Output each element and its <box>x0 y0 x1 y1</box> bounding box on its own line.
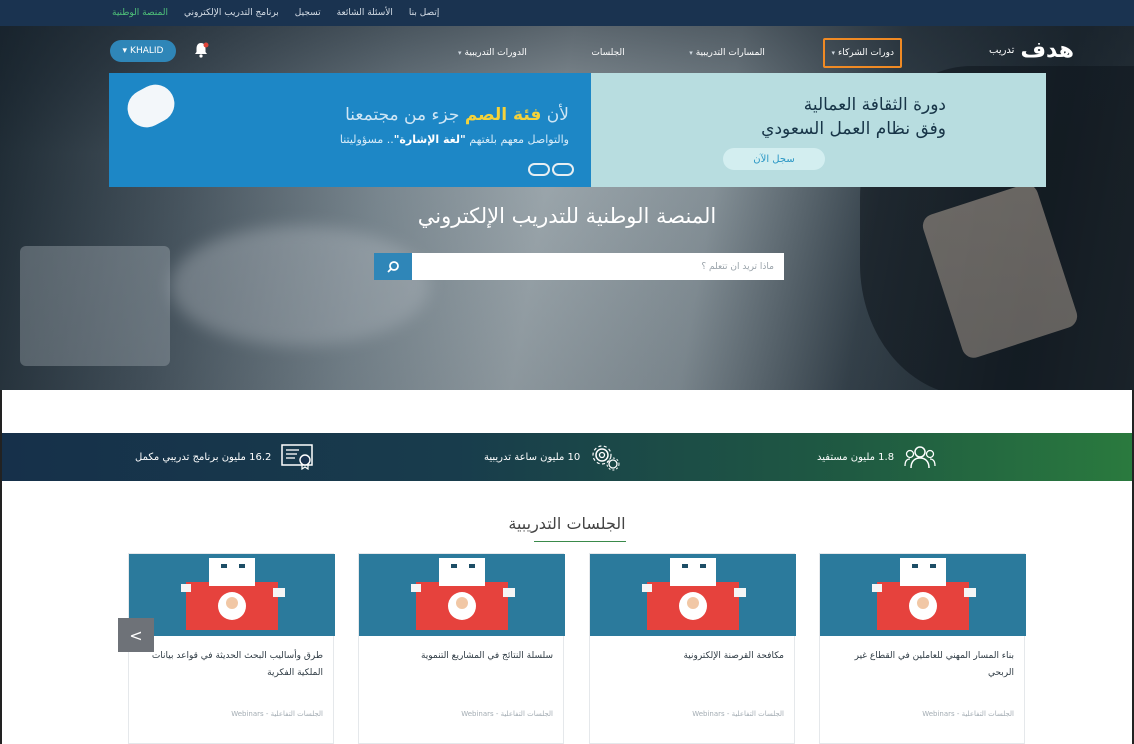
nav-item-label: الدورات التدريبية <box>464 48 527 58</box>
nav-item-partner-courses[interactable]: دورات الشركاء ▾ <box>823 38 902 68</box>
slider-dot[interactable] <box>528 163 550 176</box>
stat-label: 10 مليون ساعة تدريبية <box>484 451 581 463</box>
sessions-carousel: طرق وأساليب البحث الحديثة في قواعد بيانا… <box>128 553 1026 744</box>
nav-item-tracks[interactable]: المسارات التدريبية ▾ <box>683 38 771 68</box>
session-thumbnail <box>820 554 1026 636</box>
section-title-underline <box>534 541 626 542</box>
decorative-shape <box>120 77 182 135</box>
chevron-down-icon: ▾ <box>458 49 462 57</box>
logo-subtext: تدريب <box>989 45 1015 56</box>
slider-dots <box>528 163 574 176</box>
top-utility-bar: المنصة الوطنية برنامج التدريب الإلكتروني… <box>0 0 1134 26</box>
chevron-down-icon: ▾ <box>122 46 128 56</box>
session-thumbnail <box>590 554 796 636</box>
user-name: KHALID <box>130 46 164 56</box>
banner-text: .. مسؤوليتنا <box>339 133 394 146</box>
banner-highlight: فئة الصم <box>464 105 542 125</box>
webinar-illustration <box>872 558 976 630</box>
banner-highlight: "لغة الإشارة" <box>393 133 466 146</box>
topbar-link-contact[interactable]: إتصل بنا <box>409 8 439 18</box>
nav-item-sessions[interactable]: الجلسات <box>585 38 630 68</box>
gears-icon <box>592 445 620 471</box>
slider-dot[interactable] <box>552 163 574 176</box>
chevron-left-icon: < <box>129 625 143 645</box>
stat-label: 1.8 مليون مستفيد <box>817 451 895 463</box>
topbar-link-program[interactable]: برنامج التدريب الإلكتروني <box>184 8 279 18</box>
topbar-link-faq[interactable]: الأسئلة الشائعة <box>337 8 393 18</box>
nav-item-label: دورات الشركاء <box>837 48 894 58</box>
banner-slide-labor-culture[interactable]: دورة الثقافة العمالية وفق نظام العمل الس… <box>591 73 1046 187</box>
search-input[interactable] <box>412 253 784 280</box>
banner-text: لأن <box>541 105 569 125</box>
logo-text: هدف <box>1020 38 1074 63</box>
nav-item-courses[interactable]: الدورات التدريبية ▾ <box>452 38 533 68</box>
bell-icon[interactable] <box>192 41 210 59</box>
nav-item-label: المسارات التدريبية <box>695 48 765 58</box>
session-thumbnail <box>359 554 565 636</box>
banner-text: والتواصل معهم بلغتهم <box>465 133 569 146</box>
search-icon <box>387 260 399 273</box>
promo-banner-slider[interactable]: لأن فئة الصم جزء من مجتمعنا والتواصل معه… <box>109 73 1046 187</box>
webinar-illustration <box>181 558 285 630</box>
topbar-link-platform[interactable]: المنصة الوطنية <box>112 8 168 18</box>
session-category: الجلسات التفاعلية - Webinars <box>692 710 784 718</box>
banner-right-line2: وفق نظام العمل السعودي <box>761 119 946 139</box>
session-card[interactable]: بناء المسار المهني للعاملين في القطاع غي… <box>819 553 1026 744</box>
session-title[interactable]: سلسلة النتائج في المشاريع التنموية <box>367 648 553 665</box>
stat-beneficiaries: 1.8 مليون مستفيد <box>817 433 936 481</box>
hero-title: المنصة الوطنية للتدريب الإلكتروني <box>417 204 717 228</box>
register-now-button[interactable]: سجل الآن <box>723 148 825 170</box>
session-card[interactable]: مكافحة القرصنة الإلكترونية الجلسات التفا… <box>589 553 796 744</box>
session-thumbnail <box>129 554 335 636</box>
chevron-down-icon: ▾ <box>831 49 835 57</box>
session-category: الجلسات التفاعلية - Webinars <box>231 710 323 718</box>
banner-slide-sign-language[interactable]: لأن فئة الصم جزء من مجتمعنا والتواصل معه… <box>109 73 591 187</box>
stat-hours: 10 مليون ساعة تدريبية <box>484 433 620 481</box>
carousel-prev-button[interactable]: < <box>118 618 154 652</box>
banner-right-line1: دورة الثقافة العمالية <box>803 95 946 115</box>
session-title[interactable]: مكافحة القرصنة الإلكترونية <box>598 648 784 665</box>
webinar-illustration <box>642 558 746 630</box>
section-title: الجلسات التدريبية <box>508 514 626 533</box>
search-button[interactable] <box>374 253 412 280</box>
topbar-link-register[interactable]: تسجيل <box>295 8 321 18</box>
topbar-links: المنصة الوطنية برنامج التدريب الإلكتروني… <box>112 0 439 26</box>
session-category: الجلسات التفاعلية - Webinars <box>461 710 553 718</box>
chevron-down-icon: ▾ <box>689 49 693 57</box>
session-card[interactable]: سلسلة النتائج في المشاريع التنموية الجلس… <box>358 553 565 744</box>
site-logo[interactable]: هدف تدريب <box>989 38 1074 63</box>
frame-border <box>0 390 2 744</box>
certificate-icon <box>281 444 314 470</box>
session-title[interactable]: بناء المسار المهني للعاملين في القطاع غي… <box>828 648 1014 682</box>
session-card[interactable]: طرق وأساليب البحث الحديثة في قواعد بيانا… <box>128 553 335 744</box>
webinar-illustration <box>411 558 515 630</box>
stat-label: 16.2 مليون برنامج تدريبي مكمل <box>135 451 272 463</box>
user-menu-button[interactable]: ▾ KHALID <box>110 40 176 62</box>
users-icon <box>904 446 936 469</box>
stat-programs: 16.2 مليون برنامج تدريبي مكمل <box>135 433 314 481</box>
course-search <box>374 253 784 280</box>
main-nav: الدورات التدريبية ▾ الجلسات المسارات الت… <box>452 38 902 68</box>
session-category: الجلسات التفاعلية - Webinars <box>922 710 1014 718</box>
banner-text: جزء من مجتمعنا <box>345 105 465 125</box>
nav-item-label: الجلسات <box>591 48 625 58</box>
banner-left-line1: لأن فئة الصم جزء من مجتمعنا <box>345 105 569 125</box>
stats-bar: 16.2 مليون برنامج تدريبي مكمل 10 مليون س… <box>0 433 1134 481</box>
session-title[interactable]: طرق وأساليب البحث الحديثة في قواعد بيانا… <box>137 648 323 682</box>
banner-left-line2: والتواصل معهم بلغتهم "لغة الإشارة".. مسؤ… <box>340 133 569 146</box>
